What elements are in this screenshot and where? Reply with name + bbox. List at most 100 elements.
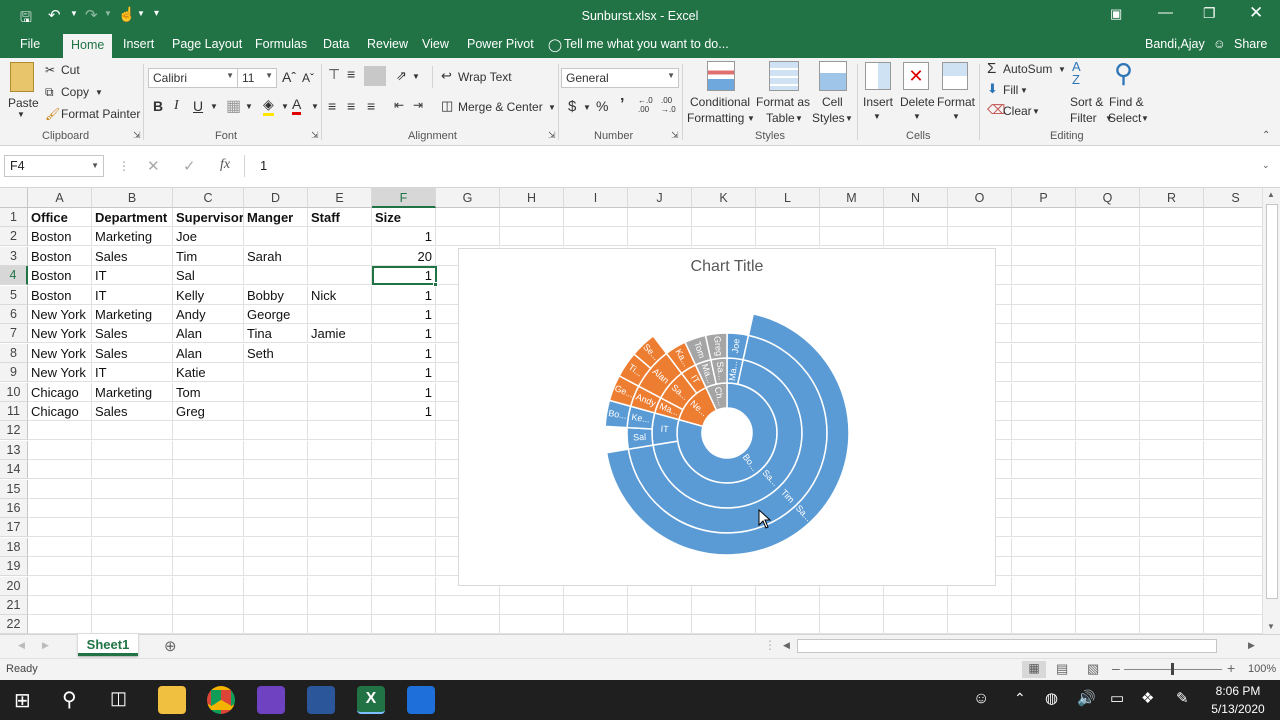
cell-p17[interactable]	[1012, 518, 1076, 538]
cell-o2[interactable]	[948, 227, 1012, 247]
cell-d5[interactable]: Bobby	[244, 285, 308, 305]
column-header-i[interactable]: I	[564, 188, 628, 208]
cell-q17[interactable]	[1076, 518, 1140, 538]
tab-file[interactable]: File	[20, 37, 40, 51]
cell-a7[interactable]: New York	[28, 324, 92, 344]
cell-styles-dropdown-icon[interactable]: ▼	[845, 114, 853, 123]
column-header-h[interactable]: H	[500, 188, 564, 208]
cell-c12[interactable]	[173, 421, 244, 441]
format-as-table-label-1[interactable]: Format as	[756, 95, 810, 109]
cell-s12[interactable]	[1204, 421, 1262, 441]
cell-h2[interactable]	[500, 227, 564, 247]
wifi-icon[interactable]: ◍	[1045, 689, 1058, 707]
cell-d15[interactable]	[244, 479, 308, 499]
currency-dropdown-icon[interactable]: ▼	[583, 103, 591, 112]
cell-q15[interactable]	[1076, 479, 1140, 499]
column-header-c[interactable]: C	[173, 188, 244, 208]
cell-r3[interactable]	[1140, 246, 1204, 266]
tray-chevron-icon[interactable]: ⌃	[1014, 690, 1026, 707]
cell-a17[interactable]	[28, 518, 92, 538]
cell-q21[interactable]	[1076, 596, 1140, 615]
fill-button[interactable]: Fill	[1003, 83, 1018, 97]
find-select-label-1[interactable]: Find &	[1109, 95, 1144, 109]
cell-s8[interactable]	[1204, 344, 1262, 363]
touch-dropdown-icon[interactable]: ▼	[137, 9, 145, 18]
decrease-font-icon[interactable]: Aˇ	[302, 71, 314, 85]
cell-d19[interactable]	[244, 557, 308, 577]
tab-data[interactable]: Data	[323, 37, 349, 51]
file-explorer-icon[interactable]	[158, 686, 186, 714]
row-header-5[interactable]: 5	[0, 285, 28, 305]
comma-button[interactable]: ’	[620, 96, 624, 114]
cell-b13[interactable]	[92, 440, 173, 460]
cell-k21[interactable]	[692, 596, 756, 615]
cell-s1[interactable]	[1204, 208, 1262, 227]
cell-b3[interactable]: Sales	[92, 246, 173, 266]
cell-styles-icon[interactable]	[819, 61, 847, 91]
scroll-up-icon[interactable]: ▲	[1267, 190, 1275, 199]
cell-q3[interactable]	[1076, 246, 1140, 266]
cell-c7[interactable]: Alan	[173, 324, 244, 344]
excel-taskbar-icon[interactable]: X	[357, 686, 385, 714]
vertical-scrollbar[interactable]: ▲ ▼	[1262, 188, 1280, 634]
cell-k22[interactable]	[692, 615, 756, 634]
cell-l2[interactable]	[756, 227, 820, 247]
cell-d9[interactable]	[244, 363, 308, 383]
cell-e15[interactable]	[308, 479, 372, 499]
cell-r22[interactable]	[1140, 615, 1204, 634]
cell-e5[interactable]: Nick	[308, 285, 372, 305]
cell-c15[interactable]	[173, 479, 244, 499]
cell-r20[interactable]	[1140, 576, 1204, 596]
cell-a1[interactable]: Office	[28, 208, 92, 227]
cell-d18[interactable]	[244, 537, 308, 557]
autosum-button[interactable]: AutoSum	[1003, 62, 1052, 76]
cell-i2[interactable]	[564, 227, 628, 247]
cell-b10[interactable]: Marketing	[92, 382, 173, 402]
tab-insert[interactable]: Insert	[123, 37, 154, 51]
row-header-20[interactable]: 20	[0, 576, 28, 596]
merge-dropdown-icon[interactable]: ▼	[548, 103, 556, 112]
cell-a10[interactable]: Chicago	[28, 382, 92, 402]
column-header-o[interactable]: O	[948, 188, 1012, 208]
insert-cells-icon[interactable]	[865, 62, 891, 90]
row-header-22[interactable]: 22	[0, 615, 28, 634]
cell-d21[interactable]	[244, 596, 308, 615]
format-painter-button[interactable]: Format Painter	[61, 107, 140, 121]
orientation-icon[interactable]: ⇗	[396, 68, 407, 84]
tab-home[interactable]: Home	[63, 34, 113, 58]
row-header-17[interactable]: 17	[0, 518, 28, 538]
fill-color-dropdown-icon[interactable]: ▼	[281, 102, 289, 111]
battery-icon[interactable]: ▭	[1110, 689, 1124, 707]
row-header-15[interactable]: 15	[0, 479, 28, 499]
cell-q10[interactable]	[1076, 382, 1140, 402]
cell-e17[interactable]	[308, 518, 372, 538]
cell-q18[interactable]	[1076, 537, 1140, 557]
people-icon[interactable]: ☺	[973, 690, 989, 708]
cell-c22[interactable]	[173, 615, 244, 634]
cell-f5[interactable]: 1	[372, 285, 436, 305]
delete-cells-icon[interactable]: ✕	[903, 62, 929, 90]
cell-a13[interactable]	[28, 440, 92, 460]
cell-c9[interactable]: Katie	[173, 363, 244, 383]
cell-c2[interactable]: Joe	[173, 227, 244, 247]
cell-j1[interactable]	[628, 208, 692, 227]
cell-r14[interactable]	[1140, 460, 1204, 480]
scroll-down-icon[interactable]: ▼	[1267, 622, 1275, 631]
row-header-2[interactable]: 2	[0, 227, 28, 247]
cell-o1[interactable]	[948, 208, 1012, 227]
cell-r4[interactable]	[1140, 266, 1204, 286]
row-header-21[interactable]: 21	[0, 596, 28, 615]
scroll-right-icon[interactable]: ▶	[1248, 640, 1255, 651]
cell-p2[interactable]	[1012, 227, 1076, 247]
cell-q7[interactable]	[1076, 324, 1140, 344]
cell-e13[interactable]	[308, 440, 372, 460]
row-header-12[interactable]: 12	[0, 421, 28, 441]
app-icon[interactable]	[307, 686, 335, 714]
cell-p19[interactable]	[1012, 557, 1076, 577]
clear-button[interactable]: Clear	[1003, 104, 1032, 118]
cell-r8[interactable]	[1140, 343, 1204, 363]
row-header-3[interactable]: 3	[0, 246, 28, 266]
cell-e19[interactable]	[308, 557, 372, 577]
cell-f10[interactable]: 1	[372, 382, 436, 402]
cell-s11[interactable]	[1204, 402, 1262, 421]
